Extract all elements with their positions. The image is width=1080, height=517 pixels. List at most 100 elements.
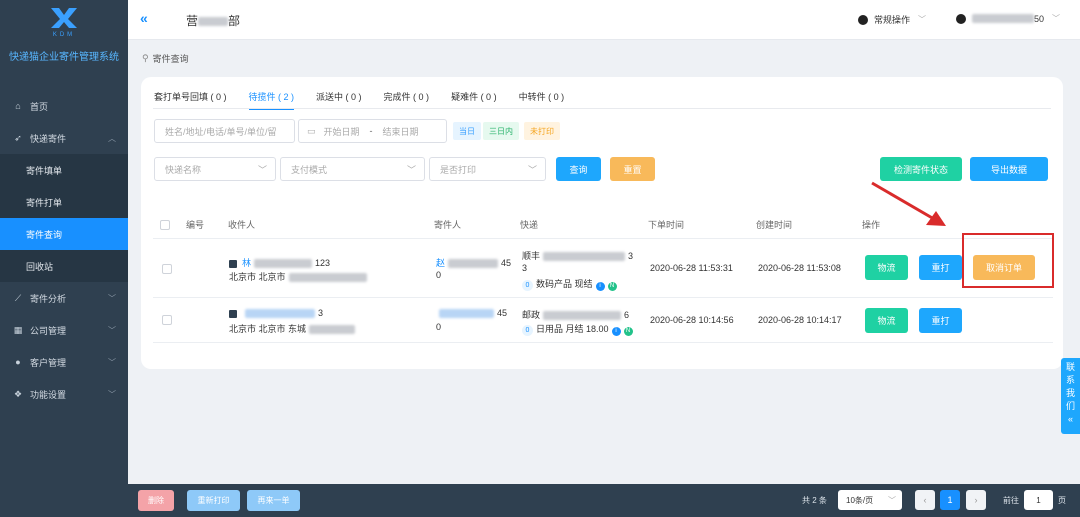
tab-problem[interactable]: 疑难件 ( 0 ) [451, 90, 497, 110]
contact-us-widget[interactable]: 联系我们 « [1061, 358, 1080, 434]
reprint-button[interactable]: 重打 [919, 255, 962, 280]
product-info: 0 数码产品 现结 i N [522, 277, 617, 291]
sender-name: 赵 45 [436, 258, 512, 269]
create-time: 2020-06-28 10:14:17 [758, 315, 842, 325]
three-days-button[interactable]: 三日内 [483, 122, 519, 140]
payment-select[interactable]: 支付模式 ﹀ [280, 157, 425, 181]
sidebar-item-label: 快递寄件 [30, 133, 67, 144]
edit-icon[interactable] [229, 259, 237, 268]
settings-icon: ❖ [13, 388, 23, 399]
notify-icon[interactable]: N [623, 327, 633, 336]
printed-select[interactable]: 是否打印 ﹀ [429, 157, 546, 181]
not-printed-button[interactable]: 未打印 [524, 122, 560, 140]
sidebar-item-customer[interactable]: ● 客户管理 ﹀ [0, 346, 128, 378]
chevron-down-icon: ﹀ [1052, 14, 1061, 23]
collapse-sidebar-icon[interactable]: « [140, 10, 148, 26]
sidebar-item-settings[interactable]: ❖ 功能设置 ﹀ [0, 378, 128, 410]
tab-pending-pickup[interactable]: 待揽件 ( 2 ) [248, 90, 295, 110]
sidebar-item-express[interactable]: ➶ 快递寄件 ︿ [0, 122, 128, 154]
sidebar-item-label: 首页 [30, 101, 49, 112]
tracking-line2: 3 [522, 263, 528, 273]
status-tabs: 套打单号回填 ( 0 ) 待揽件 ( 2 ) 派送中 ( 0 ) 完成件 ( 0… [154, 90, 586, 110]
home-icon: ⌂ [15, 101, 21, 111]
sender-name: 45 [436, 308, 507, 319]
sender-extra: 0 [436, 270, 442, 280]
reset-button[interactable]: 重置 [610, 157, 655, 181]
reprint-button[interactable]: 重打 [919, 308, 962, 333]
current-page[interactable]: 1 [940, 490, 960, 510]
prev-page-button[interactable]: ‹ [915, 490, 935, 510]
today-button[interactable]: 当日 [453, 122, 481, 140]
order-again-button[interactable]: 再来一单 [247, 490, 300, 511]
order-time: 2020-06-28 11:53:31 [650, 263, 733, 273]
column-header: 下单时间 [648, 220, 685, 230]
export-button[interactable]: 导出数据 [970, 157, 1048, 181]
user-avatar-icon [956, 13, 966, 24]
chevron-down-icon: ﹀ [108, 325, 116, 335]
redacted-text [198, 17, 229, 27]
logistics-button[interactable]: 物流 [865, 255, 908, 280]
row-checkbox[interactable] [162, 264, 172, 274]
location-pin-icon: ⚲ [142, 53, 149, 63]
order-time: 2020-06-28 10:14:56 [650, 315, 734, 325]
sidebar-item-label: 公司管理 [30, 325, 67, 336]
chevron-down-icon: ﹀ [918, 15, 927, 24]
redacted-username [972, 14, 1034, 23]
chevron-down-icon: ﹀ [108, 357, 116, 367]
tab-backfill[interactable]: 套打单号回填 ( 0 ) [154, 90, 227, 110]
sidebar-item-print[interactable]: 寄件打单 [0, 186, 128, 218]
edit-icon[interactable] [229, 309, 237, 318]
sidebar-item-home[interactable]: ⌂ 首页 [0, 90, 128, 122]
operation-icon [858, 14, 868, 25]
sender-extra: 0 [436, 322, 442, 332]
calendar-icon: ▭ [307, 125, 316, 136]
recipient-address: 北京市 北京市 [229, 270, 367, 283]
table-divider [153, 238, 1053, 239]
user-dropdown[interactable]: 50 ﹀ [956, 13, 1060, 24]
logo-text: KDM [52, 32, 76, 38]
sidebar-item-analysis[interactable]: ⟋ 寄件分析 ﹀ [0, 282, 128, 314]
user-icon: ● [15, 357, 21, 367]
chevron-down-icon: ﹀ [108, 293, 116, 303]
chevron-down-icon: ﹀ [888, 495, 896, 505]
count-badge: 0 [522, 325, 533, 336]
recipient-address: 北京市 北京市 东城 [229, 322, 356, 335]
company-icon: ▦ [13, 324, 23, 335]
search-input[interactable]: 姓名/地址/电话/单号/单位/留 [154, 119, 295, 143]
notify-icon[interactable]: N [607, 282, 617, 291]
date-range-picker[interactable]: ▭ 开始日期 - 结束日期 [298, 119, 447, 143]
sidebar: KDM 快递猫企业寄件管理系统 ⌂ 首页 ➶ 快递寄件 ︿ 寄件填单 寄件打单 … [0, 0, 128, 517]
send-icon: ➶ [14, 132, 22, 143]
courier-select[interactable]: 快递名称 ﹀ [154, 157, 276, 181]
page-size-select[interactable]: 10条/页 ﹀ [838, 490, 902, 510]
column-header: 快递 [520, 220, 539, 230]
sidebar-item-label: 寄件分析 [30, 293, 67, 304]
recipient-name: 林 123 [229, 256, 330, 269]
sidebar-item-recycle[interactable]: 回收站 [0, 250, 128, 282]
sidebar-item-fill-form[interactable]: 寄件填单 [0, 154, 128, 186]
goto-page-input[interactable]: 1 [1024, 490, 1053, 510]
column-header: 创建时间 [756, 220, 793, 230]
contact-label: 联系我们 [1066, 362, 1076, 411]
department-title: 营部 [186, 14, 241, 28]
logo-mark-icon [51, 8, 77, 28]
row-checkbox[interactable] [162, 315, 172, 325]
operation-dropdown[interactable]: 常规操作 ﹀ [858, 13, 926, 26]
delete-button[interactable]: 删除 [138, 490, 174, 511]
query-button[interactable]: 查询 [556, 157, 601, 181]
tab-delivering[interactable]: 派送中 ( 0 ) [316, 90, 362, 110]
reprint-batch-button[interactable]: 重新打印 [187, 490, 240, 511]
table-divider [153, 342, 1053, 343]
table-divider [153, 297, 1053, 298]
info-icon[interactable]: i [611, 327, 621, 336]
sidebar-item-company[interactable]: ▦ 公司管理 ﹀ [0, 314, 128, 346]
sidebar-item-query[interactable]: 寄件查询 [0, 218, 128, 250]
select-all-checkbox[interactable] [160, 220, 170, 230]
next-page-button[interactable]: › [966, 490, 986, 510]
annotation-arrow-icon [871, 181, 946, 226]
tab-transit[interactable]: 中转件 ( 0 ) [519, 90, 565, 110]
info-icon[interactable]: i [595, 282, 605, 291]
tab-completed[interactable]: 完成件 ( 0 ) [384, 90, 430, 110]
product-info: 0 日用品 月结 18.00 i N [522, 322, 633, 336]
logistics-button[interactable]: 物流 [865, 308, 908, 333]
